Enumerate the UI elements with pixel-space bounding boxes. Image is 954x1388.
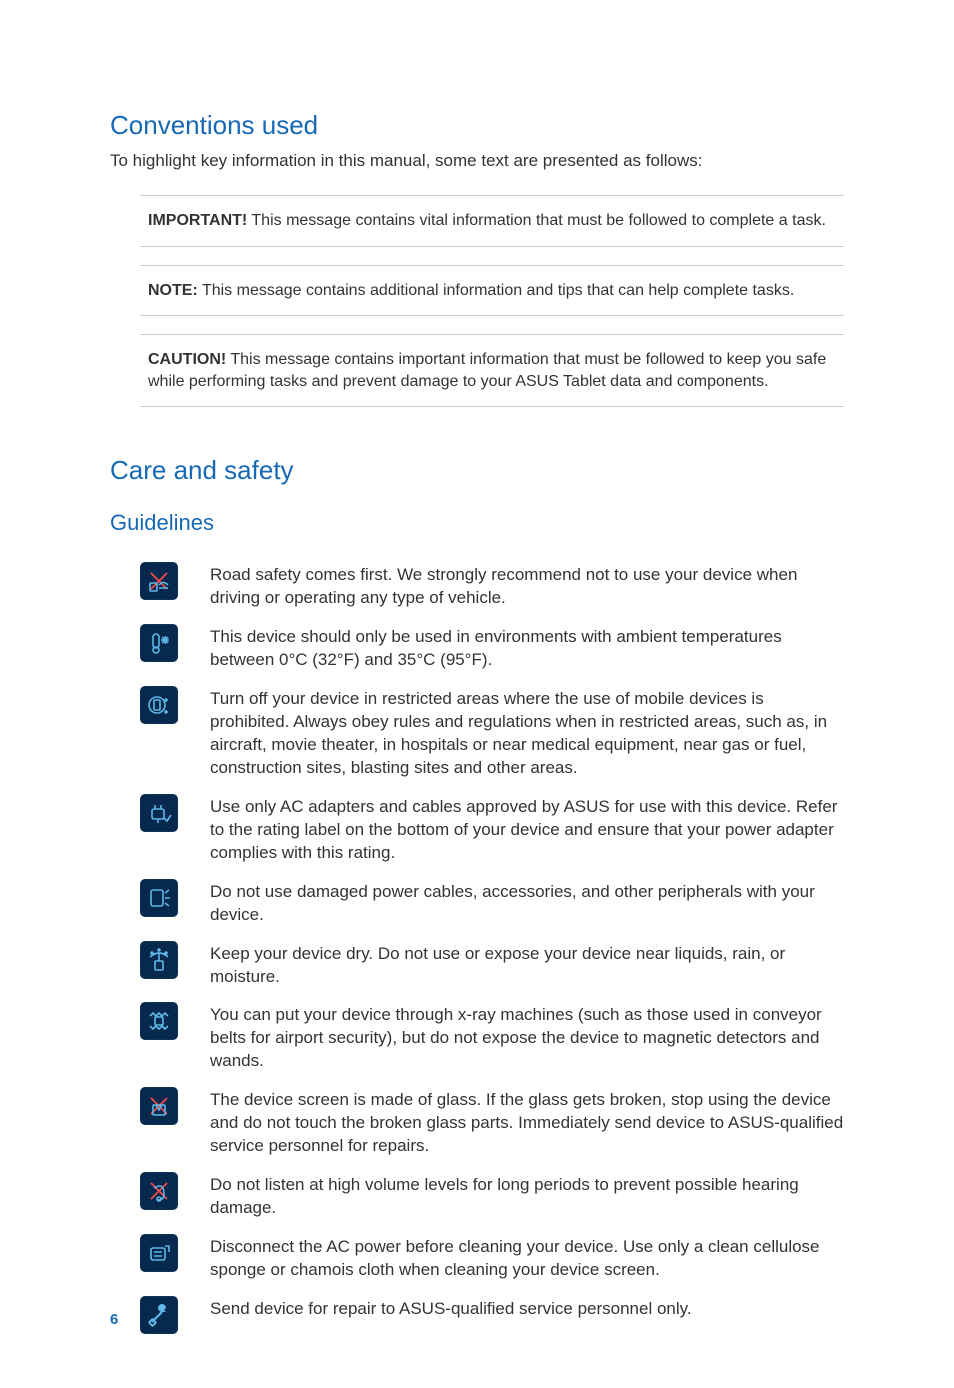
list-item: Use only AC adapters and cables approved… (110, 794, 844, 865)
broken-glass-icon (140, 1087, 178, 1125)
list-item: Do not listen at high volume levels for … (110, 1172, 844, 1220)
guidelines-heading: Guidelines (110, 510, 844, 536)
page-number: 6 (110, 1311, 118, 1328)
approved-adapter-icon (140, 794, 178, 832)
callout-text: This message contains important informat… (148, 351, 826, 390)
cleaning-icon (140, 1234, 178, 1272)
list-item-text: Turn off your device in restricted areas… (210, 686, 844, 780)
list-item-text: Keep your device dry. Do not use or expo… (210, 941, 844, 989)
list-item-text: Road safety comes first. We strongly rec… (210, 562, 844, 610)
damaged-cable-icon (140, 879, 178, 917)
hearing-icon (140, 1172, 178, 1210)
callout-text: This message contains additional informa… (198, 282, 794, 299)
guidelines-list: Road safety comes first. We strongly rec… (110, 562, 844, 1333)
list-item: Road safety comes first. We strongly rec… (110, 562, 844, 610)
list-item-text: Do not listen at high volume levels for … (210, 1172, 844, 1220)
list-item-text: The device screen is made of glass. If t… (210, 1087, 844, 1158)
list-item: Send device for repair to ASUS-qualified… (110, 1296, 844, 1334)
restricted-area-icon (140, 686, 178, 724)
no-driving-icon (140, 562, 178, 600)
list-item-text: Do not use damaged power cables, accesso… (210, 879, 844, 927)
list-item: Keep your device dry. Do not use or expo… (110, 941, 844, 989)
list-item: Turn off your device in restricted areas… (110, 686, 844, 780)
callout-lead: IMPORTANT! (148, 212, 247, 229)
callout-caution: CAUTION! This message contains important… (140, 334, 844, 407)
callouts-container: IMPORTANT! This message contains vital i… (140, 195, 844, 407)
list-item-text: Send device for repair to ASUS-qualified… (210, 1296, 844, 1321)
list-item: Do not use damaged power cables, accesso… (110, 879, 844, 927)
callout-lead: CAUTION! (148, 351, 226, 368)
list-item-text: Use only AC adapters and cables approved… (210, 794, 844, 865)
callout-lead: NOTE: (148, 282, 198, 299)
list-item: This device should only be used in envir… (110, 624, 844, 672)
care-heading: Care and safety (110, 455, 844, 486)
conventions-intro: To highlight key information in this man… (110, 151, 844, 171)
repair-icon (140, 1296, 178, 1334)
callout-note: NOTE: This message contains additional i… (140, 265, 844, 317)
keep-dry-icon (140, 941, 178, 979)
list-item: The device screen is made of glass. If t… (110, 1087, 844, 1158)
callout-important: IMPORTANT! This message contains vital i… (140, 195, 844, 247)
conventions-heading: Conventions used (110, 110, 844, 141)
list-item-text: You can put your device through x-ray ma… (210, 1002, 844, 1073)
xray-icon (140, 1002, 178, 1040)
list-item: Disconnect the AC power before cleaning … (110, 1234, 844, 1282)
callout-text: This message contains vital information … (247, 212, 826, 229)
list-item-text: Disconnect the AC power before cleaning … (210, 1234, 844, 1282)
temperature-icon (140, 624, 178, 662)
list-item-text: This device should only be used in envir… (210, 624, 844, 672)
document-page: Conventions used To highlight key inform… (0, 0, 954, 1388)
list-item: You can put your device through x-ray ma… (110, 1002, 844, 1073)
